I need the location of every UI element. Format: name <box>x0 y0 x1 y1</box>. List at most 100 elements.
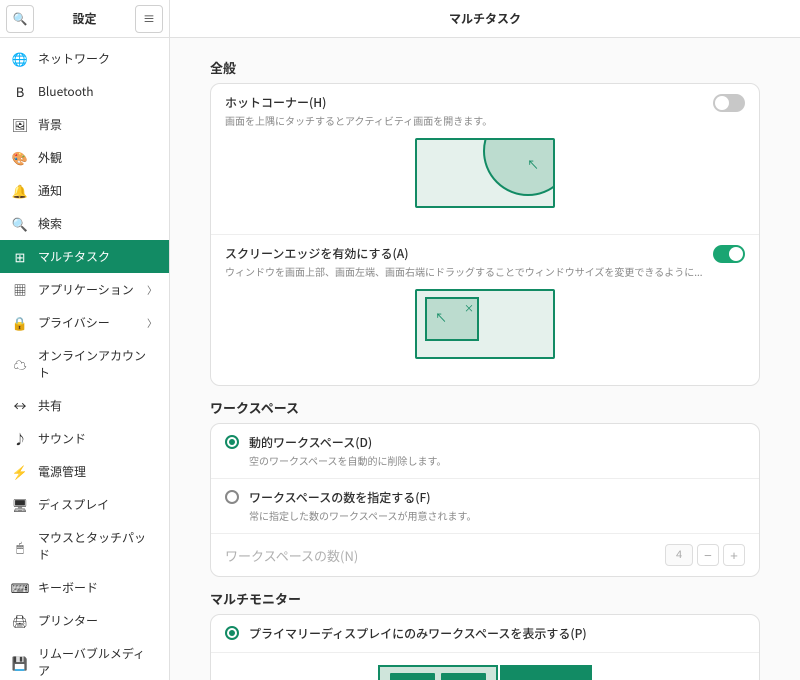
sidebar-item-10[interactable]: ↔共有 <box>0 389 169 422</box>
nav-label: マルチタスク <box>38 248 157 265</box>
screenedge-title: スクリーンエッジを有効にする(A) <box>225 245 703 262</box>
menu-icon: ≡ <box>143 10 155 27</box>
nav-label: オンラインアカウント <box>38 347 157 381</box>
screenedge-illustration: ×↖ <box>415 289 555 359</box>
radio-fixed[interactable] <box>225 490 239 504</box>
workspace-count-input <box>665 544 693 566</box>
radio-primary[interactable] <box>225 626 239 640</box>
chevron-right-icon: 〉 <box>147 282 157 297</box>
workspace-count-stepper: − + <box>665 544 745 566</box>
nav-label: 共有 <box>38 397 157 414</box>
sidebar-item-5[interactable]: 🔍 検索 <box>0 207 169 240</box>
nav-icon: 🖥 <box>12 497 28 513</box>
nav-label: ネットワーク <box>38 50 157 67</box>
workspace-count-minus: − <box>697 544 719 566</box>
row-dynamic-workspaces[interactable]: 動的ワークスペース(D) 空のワークスペースを自動的に削除します。 <box>211 424 759 479</box>
nav-icon: 🔍 <box>12 216 28 232</box>
screenedge-sub: ウィンドウを画面上部、画面左端、画面右端にドラッグすることでウィンドウサイズを変… <box>225 264 703 279</box>
sidebar-item-15[interactable]: ⌨ キーボード <box>0 571 169 604</box>
section-multimonitor: マルチモニター プライマリーディスプレイにのみワークスペースを表示する(P) す… <box>210 589 760 680</box>
dynamic-title: 動的ワークスペース(D) <box>249 434 745 451</box>
fixed-title: ワークスペースの数を指定する(F) <box>249 489 745 506</box>
row-screenedge: スクリーンエッジを有効にする(A) ウィンドウを画面上部、画面左端、画面右端にド… <box>211 235 759 385</box>
hotcorner-toggle[interactable] <box>713 94 745 112</box>
nav-icon: ⌨ <box>12 580 28 596</box>
row-fixed-workspaces[interactable]: ワークスペースの数を指定する(F) 常に指定した数のワークスペースが用意されます… <box>211 479 759 534</box>
search-icon: 🔍 <box>13 10 28 27</box>
sidebar-item-7[interactable]: ▦ アプリケーション〉 <box>0 273 169 306</box>
nav-label: プライバシー <box>38 314 137 331</box>
screenedge-toggle[interactable] <box>713 245 745 263</box>
nav-label: 電源管理 <box>38 463 157 480</box>
primary-title: プライマリーディスプレイにのみワークスペースを表示する(P) <box>249 625 745 642</box>
row-primary-display[interactable]: プライマリーディスプレイにのみワークスペースを表示する(P) <box>211 615 759 653</box>
sidebar-item-3[interactable]: 🎨外観 <box>0 141 169 174</box>
nav-label: アプリケーション <box>38 281 137 298</box>
nav-label: プリンター <box>38 612 157 629</box>
nav-label: Bluetooth <box>38 83 157 100</box>
nav-icon: 💾 <box>12 654 28 670</box>
sidebar-header: 🔍 設定 ≡ <box>0 0 169 38</box>
section-title-workspaces: ワークスペース <box>210 398 760 417</box>
sidebar-title: 設定 <box>40 10 129 27</box>
sidebar-item-4[interactable]: 🔔 通知 <box>0 174 169 207</box>
section-general: 全般 ホットコーナー(H) 画面を上隅にタッチするとアクティビティ画面を開きます… <box>210 58 760 386</box>
nav-icon: 🔒 <box>12 315 28 331</box>
sidebar-item-6[interactable]: ⊞ マルチタスク <box>0 240 169 273</box>
sidebar-item-8[interactable]: 🔒 プライバシー〉 <box>0 306 169 339</box>
nav-icon: 🖼 <box>12 117 28 133</box>
sidebar-item-12[interactable]: ⚡ 電源管理 <box>0 455 169 488</box>
dynamic-sub: 空のワークスペースを自動的に削除します。 <box>249 453 745 468</box>
nav-icon: ☁ <box>12 356 28 372</box>
workspace-count-label: ワークスペースの数(N) <box>225 546 358 565</box>
sidebar-nav: 🌐 ネットワーク B Bluetooth 🖼 背景 🎨外観 🔔 通知 🔍 検索 ⊞ マルチタスク ▦ アプリ… <box>0 38 169 680</box>
search-button[interactable]: 🔍 <box>6 5 34 33</box>
sidebar-item-11[interactable]: ♪ サウンド <box>0 422 169 455</box>
nav-icon: 🖨 <box>12 613 28 629</box>
hotcorner-illustration: ↖ <box>415 138 555 208</box>
row-hotcorner: ホットコーナー(H) 画面を上隅にタッチするとアクティビティ画面を開きます。 ↖ <box>211 84 759 235</box>
section-workspaces: ワークスペース 動的ワークスペース(D) 空のワークスペースを自動的に削除します… <box>210 398 760 577</box>
hotcorner-title: ホットコーナー(H) <box>225 94 703 111</box>
nav-icon: 🖱 <box>12 538 28 554</box>
radio-dynamic[interactable] <box>225 435 239 449</box>
primary-illustration <box>211 653 759 680</box>
page-title: マルチタスク <box>170 0 800 38</box>
nav-icon: ⚡ <box>12 464 28 480</box>
sidebar-item-13[interactable]: 🖥 ディスプレイ <box>0 488 169 521</box>
nav-label: 外観 <box>38 149 157 166</box>
nav-icon: ⊞ <box>12 249 28 265</box>
workspace-count-plus: + <box>723 544 745 566</box>
nav-label: 通知 <box>38 182 157 199</box>
sidebar-item-2[interactable]: 🖼 背景 <box>0 108 169 141</box>
nav-icon: 🌐 <box>12 51 28 67</box>
chevron-right-icon: 〉 <box>147 315 157 330</box>
panel-workspaces: 動的ワークスペース(D) 空のワークスペースを自動的に削除します。 ワークスペー… <box>210 423 760 577</box>
section-title-multimonitor: マルチモニター <box>210 589 760 608</box>
nav-icon: B <box>12 84 28 100</box>
fixed-sub: 常に指定した数のワークスペースが用意されます。 <box>249 508 745 523</box>
sidebar-item-0[interactable]: 🌐 ネットワーク <box>0 42 169 75</box>
nav-label: キーボード <box>38 579 157 596</box>
sidebar-item-14[interactable]: 🖱マウスとタッチパッド <box>0 521 169 571</box>
section-title-general: 全般 <box>210 58 760 77</box>
nav-icon: ▦ <box>12 282 28 298</box>
panel-general: ホットコーナー(H) 画面を上隅にタッチするとアクティビティ画面を開きます。 ↖… <box>210 83 760 386</box>
panel-multimonitor: プライマリーディスプレイにのみワークスペースを表示する(P) すべてのディスプレ… <box>210 614 760 680</box>
menu-button[interactable]: ≡ <box>135 5 163 33</box>
sidebar-item-9[interactable]: ☁ オンラインアカウント <box>0 339 169 389</box>
hotcorner-sub: 画面を上隅にタッチするとアクティビティ画面を開きます。 <box>225 113 703 128</box>
nav-label: 検索 <box>38 215 157 232</box>
nav-icon: 🔔 <box>12 183 28 199</box>
sidebar-item-16[interactable]: 🖨 プリンター <box>0 604 169 637</box>
main: マルチタスク 全般 ホットコーナー(H) 画面を上隅にタッチするとアクティビティ… <box>170 0 800 680</box>
nav-label: 背景 <box>38 116 157 133</box>
nav-label: ディスプレイ <box>38 496 157 513</box>
nav-label: サウンド <box>38 430 157 447</box>
content: 全般 ホットコーナー(H) 画面を上隅にタッチするとアクティビティ画面を開きます… <box>170 38 800 680</box>
nav-label: リムーバブルメディア <box>38 645 157 679</box>
row-workspace-count: ワークスペースの数(N) − + <box>211 534 759 576</box>
sidebar-item-1[interactable]: B Bluetooth <box>0 75 169 108</box>
nav-icon: ♪ <box>12 431 28 447</box>
sidebar-item-17[interactable]: 💾 リムーバブルメディア <box>0 637 169 680</box>
